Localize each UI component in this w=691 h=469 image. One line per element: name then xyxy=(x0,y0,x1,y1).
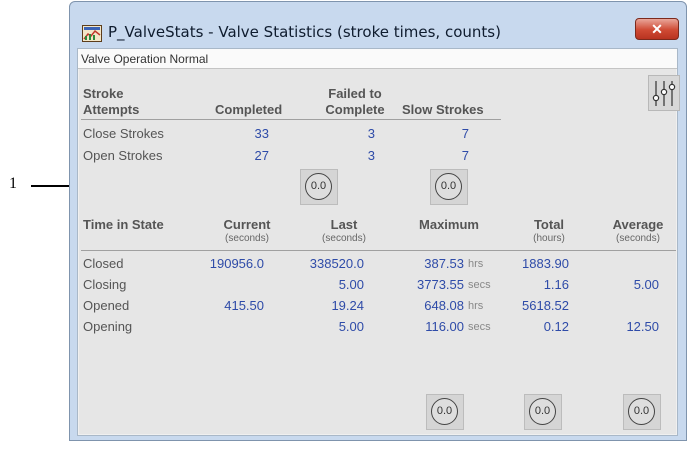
total-value: 0.12 xyxy=(543,319,569,334)
last-value: 5.00 xyxy=(338,277,364,292)
reset-total-button[interactable]: 0.0 xyxy=(524,394,562,430)
reset-counter-icon: 0.0 xyxy=(435,173,462,200)
current-unit: (seconds) xyxy=(225,233,269,244)
open-strokes-completed: 27 xyxy=(254,148,269,163)
statistics-panel: Stroke Attempts Completed Failed to Comp… xyxy=(79,69,680,434)
average-unit: (seconds) xyxy=(616,233,660,244)
state-label: Opened xyxy=(83,298,130,313)
title-bar[interactable]: P_ValveStats - Valve Statistics (stroke … xyxy=(70,2,686,48)
reset-maximum-button[interactable]: 0.0 xyxy=(426,394,464,430)
failed-header-line1: Failed to xyxy=(328,86,382,101)
window-client-area: Valve Operation Normal Stroke Attempts C… xyxy=(77,48,680,436)
reset-counter-icon: 0.0 xyxy=(628,398,655,425)
tuning-button[interactable] xyxy=(648,75,680,111)
last-header: Last xyxy=(330,217,358,232)
close-strokes-completed: 33 xyxy=(254,126,269,141)
reset-slow-strokes-button[interactable]: 0.0 xyxy=(430,169,468,205)
average-value: 5.00 xyxy=(633,277,659,292)
completed-header: Completed xyxy=(215,102,283,117)
close-strokes-label: Close Strokes xyxy=(83,126,164,141)
last-value: 338520.0 xyxy=(309,256,364,271)
status-text: Valve Operation Normal xyxy=(78,49,677,69)
maximum-unit: hrs xyxy=(468,258,484,270)
callout-number: 1 xyxy=(9,175,17,192)
maximum-value: 387.53 xyxy=(424,256,464,271)
total-value: 1.16 xyxy=(543,277,569,292)
valve-stats-window: P_ValveStats - Valve Statistics (stroke … xyxy=(69,1,687,441)
open-strokes-failed: 3 xyxy=(367,148,375,163)
current-value: 190956.0 xyxy=(209,256,264,271)
reset-counter-icon: 0.0 xyxy=(305,173,332,200)
close-strokes-slow: 7 xyxy=(461,126,469,141)
maximum-value: 3773.55 xyxy=(417,277,464,292)
maximum-value: 116.00 xyxy=(425,319,464,334)
reset-counter-icon: 0.0 xyxy=(431,398,458,425)
current-value: 415.50 xyxy=(224,298,264,313)
close-button[interactable]: ✕ xyxy=(635,18,679,40)
average-header: Average xyxy=(612,217,664,232)
time-header-divider xyxy=(81,250,676,251)
total-unit: (hours) xyxy=(533,233,565,244)
sliders-icon xyxy=(652,81,676,106)
last-value: 5.00 xyxy=(338,319,364,334)
failed-header-line2: Complete xyxy=(325,102,385,117)
stroke-attempts-header-line2: Attempts xyxy=(83,102,140,117)
slow-strokes-header: Slow Strokes xyxy=(402,102,484,117)
time-in-state-header: Time in State xyxy=(83,217,164,232)
maximum-value: 648.08 xyxy=(424,298,464,313)
total-value: 5618.52 xyxy=(522,298,569,313)
last-value: 19.24 xyxy=(331,298,364,313)
maximum-unit: secs xyxy=(468,321,491,333)
state-label: Closing xyxy=(83,277,127,292)
reset-failed-strokes-button[interactable]: 0.0 xyxy=(300,169,338,205)
total-value: 1883.90 xyxy=(522,256,569,271)
maximum-header: Maximum xyxy=(419,217,479,232)
state-label: Closed xyxy=(83,256,124,271)
close-strokes-failed: 3 xyxy=(367,126,375,141)
valve-stats-app-icon xyxy=(82,25,102,42)
average-value: 12.50 xyxy=(626,319,659,334)
reset-counter-icon: 0.0 xyxy=(529,398,556,425)
maximum-unit: secs xyxy=(468,279,491,291)
current-header: Current xyxy=(223,217,271,232)
open-strokes-label: Open Strokes xyxy=(83,148,163,163)
state-label: Opening xyxy=(83,319,133,334)
last-unit: (seconds) xyxy=(322,233,366,244)
total-header: Total xyxy=(533,217,565,232)
open-strokes-slow: 7 xyxy=(461,148,469,163)
window-title: P_ValveStats - Valve Statistics (stroke … xyxy=(108,23,501,41)
maximum-unit: hrs xyxy=(468,300,484,312)
close-icon: ✕ xyxy=(651,21,663,37)
stroke-header-divider xyxy=(81,119,501,120)
stroke-attempts-header-line1: Stroke xyxy=(83,86,124,101)
reset-average-button[interactable]: 0.0 xyxy=(623,394,661,430)
